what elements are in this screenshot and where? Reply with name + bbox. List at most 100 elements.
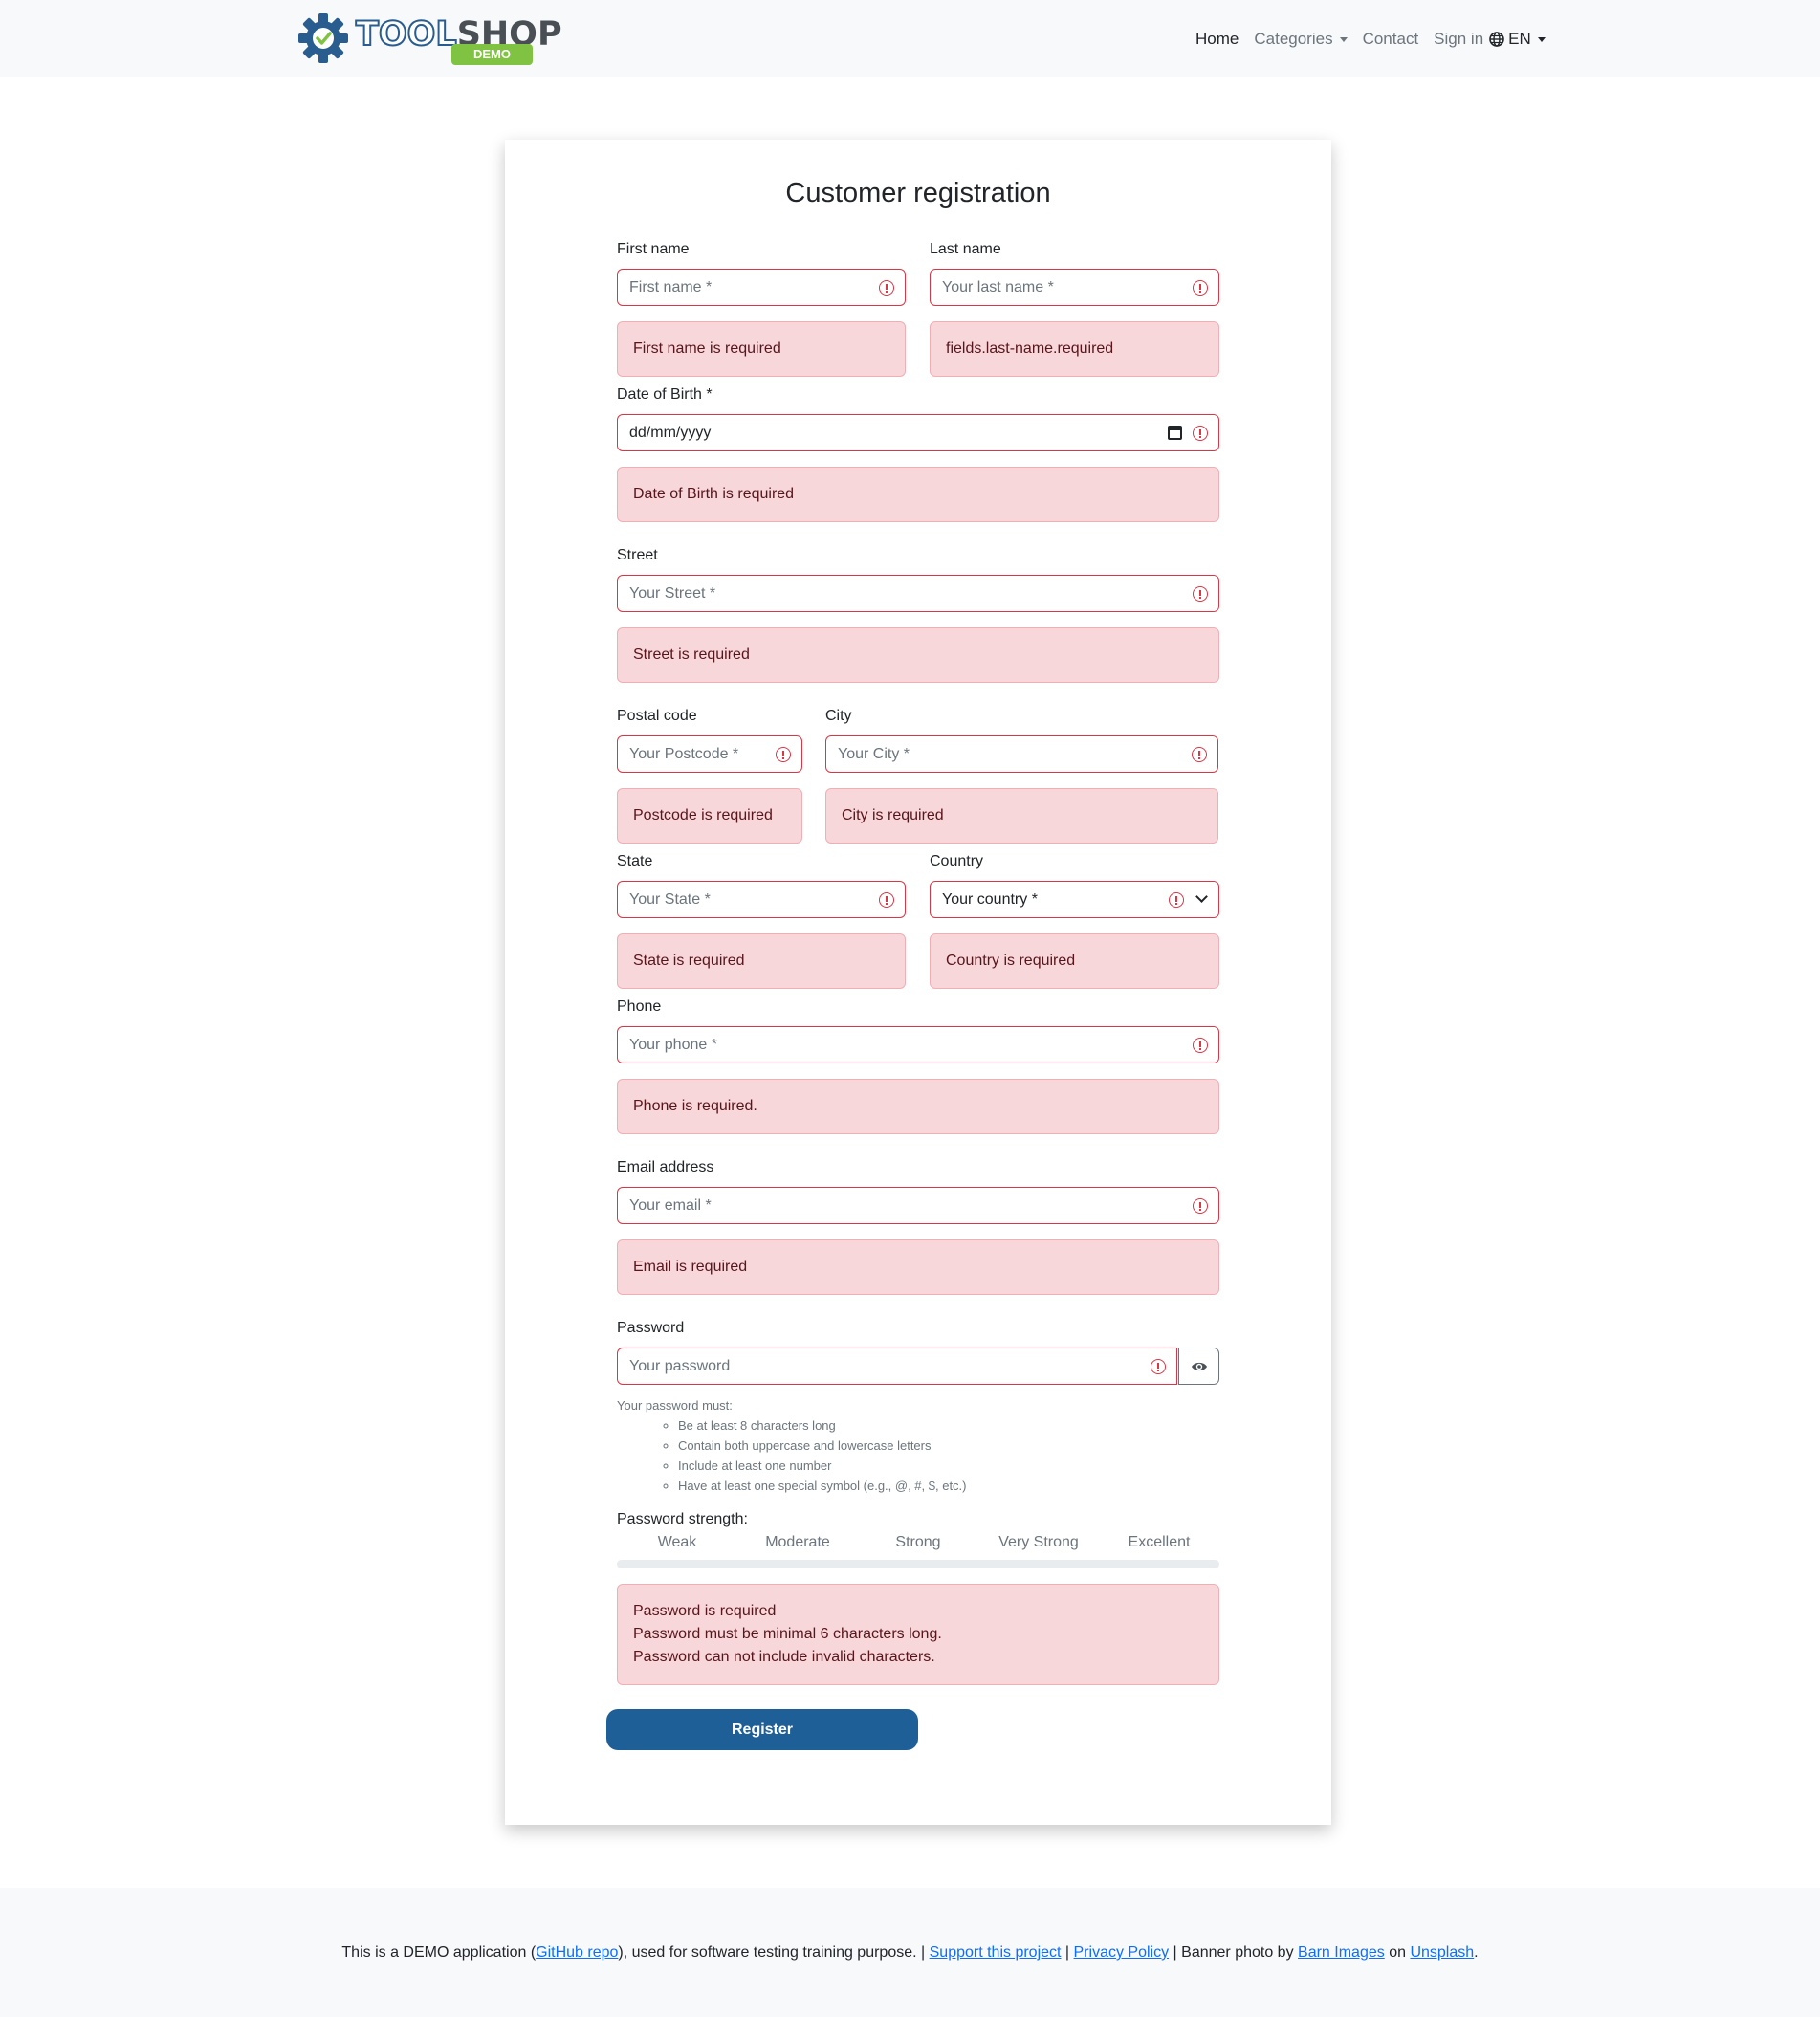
first-name-error-text: First name is required	[633, 340, 781, 357]
calendar-icon[interactable]	[1168, 426, 1182, 440]
brand-demo-badge: DEMO	[451, 44, 533, 65]
unsplash-link[interactable]: Unsplash	[1410, 1944, 1474, 1961]
password-rule: Be at least 8 characters long	[678, 1415, 967, 1436]
footer-text-part: This is a DEMO application (	[341, 1944, 537, 1961]
country-error: Country is required	[930, 933, 1219, 989]
dob-input[interactable]: dd/mm/yyyy	[617, 414, 1219, 451]
error-icon	[1193, 1038, 1208, 1053]
password-rules-list: Be at least 8 characters long Contain bo…	[617, 1415, 967, 1496]
phone-placeholder: Your phone *	[629, 1037, 717, 1053]
first-name-error: First name is required	[617, 321, 906, 377]
email-placeholder: Your email *	[629, 1197, 712, 1214]
password-strength-label: Password strength:	[617, 1511, 748, 1527]
first-name-input[interactable]: First name *	[617, 269, 906, 306]
city-input[interactable]: Your City *	[825, 735, 1218, 773]
footer-text-part: |	[1061, 1944, 1074, 1961]
toggle-password-visibility-button[interactable]	[1178, 1348, 1219, 1385]
privacy-policy-link[interactable]: Privacy Policy	[1074, 1944, 1170, 1961]
error-icon	[1169, 892, 1184, 908]
password-hint-title: Your password must:	[617, 1398, 733, 1413]
street-input[interactable]: Your Street *	[617, 575, 1219, 612]
globe-icon	[1489, 32, 1504, 47]
state-error-text: State is required	[633, 953, 745, 969]
city-error: City is required	[825, 788, 1218, 844]
phone-input[interactable]: Your phone *	[617, 1026, 1219, 1063]
password-error-line: Password is required	[633, 1603, 777, 1619]
brand-wordmark-part1: TOOL	[355, 14, 458, 55]
nav-categories-label: Categories	[1254, 30, 1333, 48]
footer-text-part: .	[1474, 1944, 1479, 1961]
page-title: Customer registration	[785, 178, 1051, 208]
caret-down-icon	[1537, 36, 1546, 42]
error-icon	[1193, 280, 1208, 296]
country-error-text: Country is required	[946, 953, 1076, 969]
footer: This is a DEMO application (GitHub repo)…	[0, 1888, 1820, 2017]
caret-down-icon	[1339, 36, 1348, 42]
last-name-error: fields.last-name.required	[930, 321, 1219, 377]
street-error: Street is required	[617, 627, 1219, 683]
email-input[interactable]: Your email *	[617, 1187, 1219, 1224]
last-name-placeholder: Your last name *	[942, 279, 1054, 296]
nav-home[interactable]: Home	[1195, 30, 1239, 49]
error-icon	[776, 747, 791, 762]
nav-categories[interactable]: Categories	[1254, 30, 1348, 49]
country-selected-value: Your country *	[942, 891, 1038, 908]
support-project-link[interactable]: Support this project	[930, 1944, 1062, 1961]
language-selector[interactable]: EN	[1489, 30, 1546, 49]
error-icon	[1193, 1198, 1208, 1214]
barn-images-link[interactable]: Barn Images	[1298, 1944, 1385, 1961]
phone-label: Phone	[617, 998, 662, 1015]
chevron-down-icon	[1195, 890, 1208, 903]
state-label: State	[617, 853, 653, 869]
last-name-input[interactable]: Your last name *	[930, 269, 1219, 306]
first-name-label: First name	[617, 241, 690, 257]
dob-error-text: Date of Birth is required	[633, 486, 795, 502]
password-rule: Contain both uppercase and lowercase let…	[678, 1436, 967, 1456]
password-strength-bar	[617, 1560, 1219, 1568]
strength-level-strong: Strong	[895, 1534, 941, 1550]
main-nav: Home Categories Contact Sign in EN	[1195, 27, 1546, 52]
footer-text-part: | Banner photo by	[1169, 1944, 1299, 1961]
error-icon	[1192, 747, 1207, 762]
city-placeholder: Your City *	[838, 746, 910, 762]
password-input[interactable]: Your password	[617, 1348, 1177, 1385]
country-select[interactable]: Your country *	[930, 881, 1219, 918]
eye-icon	[1191, 1362, 1207, 1370]
error-icon	[1193, 426, 1208, 441]
country-label: Country	[930, 853, 984, 869]
postal-code-error-text: Postcode is required	[633, 807, 773, 823]
strength-level-moderate: Moderate	[765, 1534, 830, 1550]
footer-text-part: on	[1384, 1944, 1411, 1961]
strength-level-very-strong: Very Strong	[998, 1534, 1079, 1550]
email-label: Email address	[617, 1159, 714, 1175]
phone-error: Phone is required.	[617, 1079, 1219, 1134]
password-strength-levels: Weak Moderate Strong Very Strong Excelle…	[617, 1534, 1219, 1551]
brand-logo[interactable]: TOOLSHOP DEMO	[296, 11, 562, 65]
github-repo-link[interactable]: GitHub repo	[536, 1944, 618, 1961]
strength-level-weak: Weak	[657, 1534, 697, 1550]
nav-sign-in[interactable]: Sign in	[1434, 30, 1483, 49]
postal-code-input[interactable]: Your Postcode *	[617, 735, 802, 773]
street-label: Street	[617, 547, 658, 563]
dob-error: Date of Birth is required	[617, 467, 1219, 522]
register-button[interactable]: Register	[606, 1709, 918, 1750]
postal-code-error: Postcode is required	[617, 788, 802, 844]
dob-placeholder: dd/mm/yyyy	[629, 425, 712, 441]
password-rule: Include at least one number	[678, 1456, 967, 1476]
strength-level-excellent: Excellent	[1128, 1534, 1191, 1550]
error-icon	[879, 280, 894, 296]
email-error-text: Email is required	[633, 1259, 748, 1275]
last-name-error-text: fields.last-name.required	[946, 340, 1114, 357]
registration-card: Customer registration First name First n…	[505, 140, 1331, 1825]
state-error: State is required	[617, 933, 906, 989]
password-error: Password is required Password must be mi…	[617, 1584, 1219, 1685]
state-input[interactable]: Your State *	[617, 881, 906, 918]
email-error: Email is required	[617, 1239, 1219, 1295]
city-label: City	[825, 708, 852, 724]
first-name-placeholder: First name *	[629, 279, 713, 296]
postal-code-label: Postal code	[617, 708, 697, 724]
nav-contact[interactable]: Contact	[1363, 30, 1419, 49]
password-rule: Have at least one special symbol (e.g., …	[678, 1476, 967, 1496]
error-icon	[1193, 586, 1208, 602]
error-icon	[1151, 1359, 1166, 1374]
